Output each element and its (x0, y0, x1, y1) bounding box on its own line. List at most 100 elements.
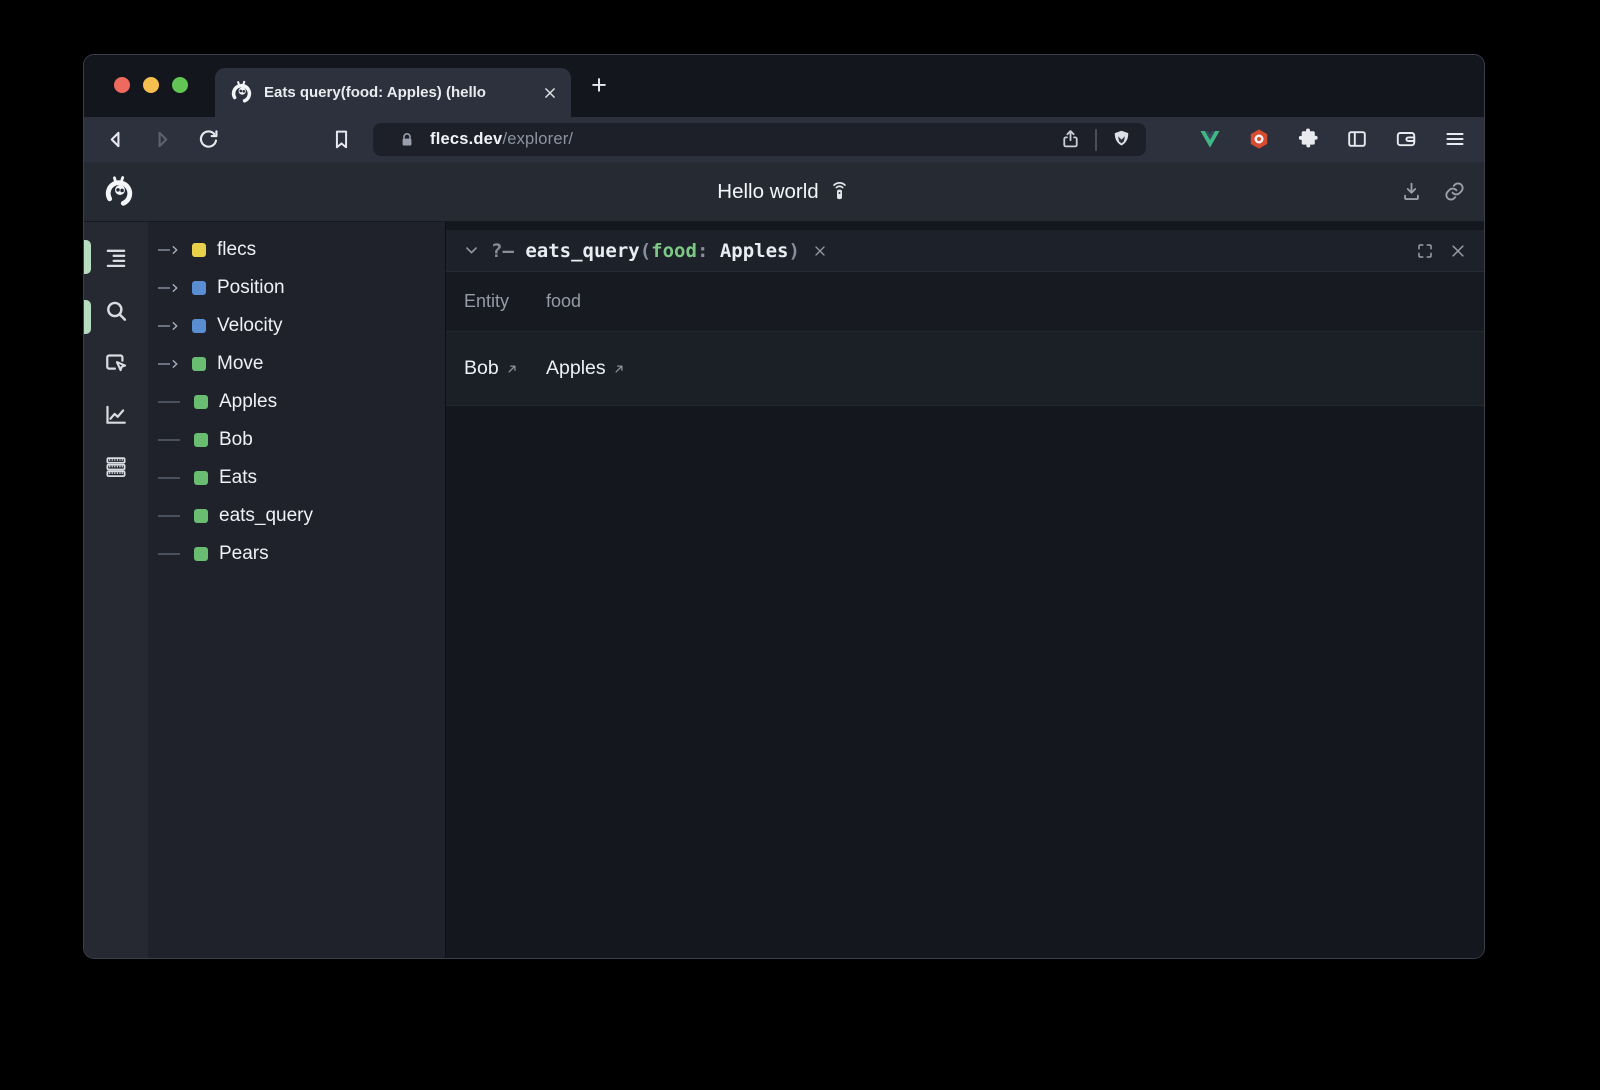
tree-item-label: Move (217, 353, 263, 375)
tree-item-apples[interactable]: Apples (148, 383, 445, 421)
cell-food: Apples (546, 357, 606, 380)
tree-item-move[interactable]: Move (148, 345, 445, 383)
entity-color-swatch (194, 547, 208, 561)
hexagon-extension-icon[interactable] (1247, 127, 1271, 151)
minimize-window-button[interactable] (143, 77, 159, 93)
tool-rail (84, 222, 148, 958)
tree-connector (158, 515, 180, 517)
extensions-puzzle-icon[interactable] (1296, 127, 1320, 151)
query-header: ?– eats_query(food: Apples) (446, 230, 1484, 272)
forward-button[interactable] (150, 127, 175, 152)
close-panel-icon[interactable] (1449, 242, 1467, 260)
query-open-paren: ( (640, 240, 651, 262)
query-colon: : (697, 240, 720, 262)
tree-item-label: Velocity (217, 315, 282, 337)
vue-devtools-icon[interactable] (1198, 127, 1222, 151)
active-indicator (84, 240, 91, 274)
chevron-right-icon[interactable] (168, 357, 182, 371)
tree-item-bob[interactable]: Bob (148, 421, 445, 459)
entity-color-swatch (194, 509, 208, 523)
entity-color-swatch (192, 243, 206, 257)
tree-connector (158, 401, 180, 403)
tree-item-pears[interactable]: Pears (148, 535, 445, 573)
results-table-row: Bob Apples (446, 332, 1484, 406)
tree-item-label: Eats (219, 467, 257, 489)
chevron-right-icon[interactable] (168, 281, 182, 295)
tree-connector (158, 439, 180, 441)
tab-close-icon[interactable] (541, 84, 559, 102)
query-expression: ?– eats_query(food: Apples) (491, 240, 800, 262)
tree-connector (158, 553, 180, 555)
active-indicator (84, 300, 91, 334)
menu-icon[interactable] (1443, 127, 1467, 151)
entity-color-swatch (192, 357, 206, 371)
zoom-window-button[interactable] (172, 77, 188, 93)
tree-item-velocity[interactable]: Velocity (148, 307, 445, 345)
open-entity-arrow-icon (505, 362, 519, 376)
entity-color-swatch (194, 395, 208, 409)
sidebar-toggle-icon[interactable] (1345, 127, 1369, 151)
fullscreen-icon[interactable] (1416, 242, 1434, 260)
entity-color-swatch (194, 433, 208, 447)
query-value: Apples (720, 240, 789, 262)
stats-icon[interactable] (102, 453, 130, 481)
entity-color-swatch (194, 471, 208, 485)
tree-item-eats-query[interactable]: eats_query (148, 497, 445, 535)
url-path: /explorer/ (502, 130, 573, 148)
query-name: eats_query (525, 240, 639, 262)
tree-connector (158, 477, 180, 479)
entity-color-swatch (192, 281, 206, 295)
link-icon[interactable] (1443, 180, 1466, 203)
entity-tree: flecs Position Velocity Move (148, 222, 445, 958)
query-close-paren: ) (788, 240, 799, 262)
extension-icons (1198, 127, 1467, 151)
tree-item-flecs[interactable]: flecs (148, 231, 445, 269)
tree-item-label: Position (217, 277, 285, 299)
chevron-right-icon[interactable] (168, 319, 182, 333)
bookmark-icon[interactable] (329, 127, 354, 152)
lock-icon (397, 130, 417, 150)
tree-item-label: flecs (217, 239, 256, 261)
open-entity-arrow-icon (612, 362, 626, 376)
search-icon[interactable] (102, 297, 130, 325)
browser-window: Eats query(food: Apples) (hello + flecs (84, 55, 1484, 958)
back-button[interactable] (103, 127, 128, 152)
browser-tab[interactable]: Eats query(food: Apples) (hello (215, 68, 571, 117)
tab-bar: Eats query(food: Apples) (hello + (84, 55, 1484, 117)
world-title: Hello world (717, 180, 818, 204)
entity-link-bob[interactable]: Bob (464, 357, 519, 380)
entity-link-apples[interactable]: Apples (546, 357, 626, 380)
new-tab-button[interactable]: + (584, 71, 614, 101)
close-window-button[interactable] (114, 77, 130, 93)
clear-query-icon[interactable] (812, 243, 828, 259)
urlbar-divider (1095, 129, 1097, 151)
browser-toolbar: flecs.dev/explorer/ (84, 117, 1484, 162)
url-host: flecs.dev (430, 130, 502, 148)
remote-connection-icon (828, 180, 851, 203)
tree-item-label: Pears (219, 543, 269, 565)
app-header: Hello world (84, 162, 1484, 222)
chevron-right-icon[interactable] (168, 243, 182, 257)
share-icon[interactable] (1059, 128, 1082, 151)
reload-button[interactable] (196, 127, 221, 152)
download-icon[interactable] (1400, 180, 1423, 203)
wallet-icon[interactable] (1394, 127, 1418, 151)
tree-item-label: Apples (219, 391, 277, 413)
query-variable: food (651, 240, 697, 262)
explorer-content: flecs Position Velocity Move (84, 222, 1484, 958)
address-bar[interactable]: flecs.dev/explorer/ (373, 123, 1146, 156)
flecs-logo-icon[interactable] (102, 175, 136, 209)
tab-title: Eats query(food: Apples) (hello (264, 84, 541, 101)
tree-item-label: Bob (219, 429, 253, 451)
brave-shield-icon[interactable] (1110, 128, 1133, 151)
inspector-icon[interactable] (102, 349, 130, 377)
tree-view-icon[interactable] (102, 245, 130, 273)
empty-results-area (446, 406, 1484, 958)
chevron-down-icon[interactable] (463, 242, 480, 259)
tree-item-eats[interactable]: Eats (148, 459, 445, 497)
cell-entity: Bob (464, 357, 499, 380)
url-text: flecs.dev/explorer/ (430, 130, 573, 149)
entity-color-swatch (192, 319, 206, 333)
tree-item-position[interactable]: Position (148, 269, 445, 307)
charts-icon[interactable] (102, 401, 130, 429)
